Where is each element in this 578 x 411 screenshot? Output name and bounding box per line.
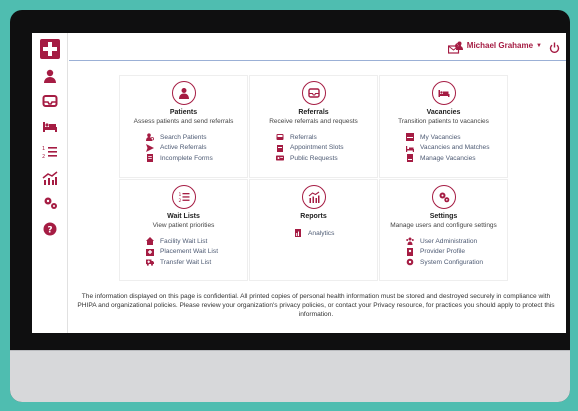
vacancies-card: Vacancies Transition patients to vacanci… [379, 75, 508, 178]
vacancies-card-icon [431, 81, 456, 105]
user-icon [455, 41, 463, 50]
patients-subtitle: Assess patients and send referrals [133, 118, 234, 125]
help-icon[interactable]: ? [40, 222, 60, 236]
inbox-icon [276, 133, 284, 141]
active-referrals-link[interactable]: Active Referrals [146, 143, 247, 154]
transfer-wait-list-link[interactable]: Transfer Wait List [146, 257, 247, 268]
reports-title: Reports [300, 213, 327, 220]
referrals-link[interactable]: Referrals [276, 132, 377, 143]
settings-card: Settings Manage users and configure sett… [379, 179, 508, 281]
referrals-title: Referrals [298, 109, 329, 116]
appointment-slots-link[interactable]: Appointment Slots [276, 143, 377, 154]
monitor-chin [10, 350, 570, 402]
app-screen: 12 ? 3 Michael Grahame ▼ [32, 33, 566, 333]
vacancies-and-matches-link[interactable]: Vacancies and Matches [406, 143, 507, 154]
svg-text:2: 2 [42, 154, 45, 159]
home-icon [146, 237, 154, 246]
list-ordered-icon[interactable]: 12 [40, 145, 60, 159]
svg-text:2: 2 [178, 198, 181, 203]
referrals-card: Referrals Receive referrals and requests… [249, 75, 378, 178]
waitlists-card: 12 Wait Lists View patient priorities Fa… [119, 179, 248, 281]
waitlists-card-icon: 12 [171, 185, 196, 209]
public-requests-link[interactable]: Public Requests [276, 153, 377, 164]
patients-title: Patients [169, 109, 198, 116]
bed-icon [406, 144, 414, 152]
referrals-subtitle: Receive referrals and requests [269, 118, 358, 125]
manage-vacancies-link[interactable]: Manage Vacancies [406, 153, 507, 164]
svg-text:?: ? [47, 226, 52, 236]
calendar-icon [276, 144, 284, 152]
reports-card-icon [301, 185, 326, 209]
ambulance-icon [146, 258, 154, 267]
sidebar: 12 ? [32, 33, 68, 333]
bed-icon[interactable] [40, 119, 60, 133]
dashboard-grid: Patients Assess patients and send referr… [119, 75, 508, 281]
provider-profile-link[interactable]: Provider Profile [406, 247, 507, 258]
privacy-notice: The information displayed on this page i… [77, 293, 555, 318]
power-icon[interactable] [549, 40, 560, 58]
patients-card-icon [171, 81, 196, 105]
users-icon [406, 237, 414, 246]
reports-card: Reports Analytics [249, 179, 378, 281]
settings-card-icon [431, 185, 456, 209]
svg-text:1: 1 [178, 192, 181, 198]
facility-wait-list-link[interactable]: Facility Wait List [146, 236, 247, 247]
report-file-icon [294, 229, 302, 238]
gear-icon [406, 258, 414, 266]
settings-title: Settings [429, 213, 458, 220]
vacancies-subtitle: Transition patients to vacancies [398, 118, 489, 125]
chevron-down-icon: ▼ [536, 42, 542, 49]
patients-card: Patients Assess patients and send referr… [119, 75, 248, 178]
settings-subtitle: Manage users and configure settings [390, 222, 497, 229]
bed-list-icon [406, 133, 414, 142]
profile-book-icon [406, 247, 414, 256]
vacancies-title: Vacancies [426, 109, 461, 116]
send-icon [146, 143, 154, 152]
bed-manage-icon [406, 154, 414, 163]
form-icon [146, 154, 154, 163]
gears-icon[interactable] [40, 196, 60, 210]
person-icon[interactable] [40, 69, 60, 83]
hospital-icon [146, 248, 154, 256]
user-menu[interactable]: Michael Grahame ▼ [455, 41, 542, 50]
app-logo[interactable] [40, 39, 60, 59]
incomplete-forms-link[interactable]: Incomplete Forms [146, 153, 247, 164]
waitlists-title: Wait Lists [167, 213, 200, 220]
svg-text:1: 1 [42, 146, 45, 152]
system-configuration-link[interactable]: System Configuration [406, 257, 507, 268]
user-administration-link[interactable]: User Administration [406, 236, 507, 247]
analytics-link[interactable]: Analytics [294, 228, 377, 239]
waitlists-subtitle: View patient priorities [152, 222, 215, 229]
inbox-icon[interactable] [40, 94, 60, 108]
top-bar: 3 Michael Grahame ▼ [69, 33, 566, 61]
referrals-card-icon [301, 81, 326, 105]
chin-divider [10, 350, 570, 351]
analytics-icon[interactable] [40, 171, 60, 185]
search-patients-link[interactable]: Search Patients [146, 132, 247, 143]
search-user-icon [146, 133, 154, 142]
id-card-icon [276, 154, 284, 162]
user-name: Michael Grahame [466, 41, 534, 50]
placement-wait-list-link[interactable]: Placement Wait List [146, 247, 247, 258]
my-vacancies-link[interactable]: My Vacancies [406, 132, 507, 143]
